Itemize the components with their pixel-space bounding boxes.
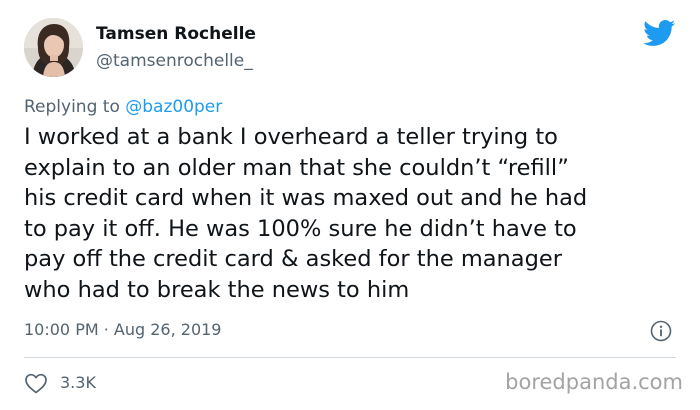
twitter-bird-icon[interactable] (643, 20, 676, 47)
author-name[interactable]: Tamsen Rochelle (96, 24, 256, 44)
divider (24, 357, 676, 358)
tweet-text-line: I worked at a bank I overheard a teller … (24, 124, 558, 150)
avatar[interactable] (24, 18, 83, 77)
info-icon[interactable] (650, 320, 672, 342)
reply-mention-link[interactable]: @baz00per (125, 97, 222, 117)
tweet-text-line: his credit card when it was maxed out an… (24, 185, 588, 212)
tweet-text-line: explain to an older man that she couldn’… (24, 154, 569, 181)
watermark: boredpanda.com (505, 370, 683, 394)
replying-to-prefix: Replying to (24, 97, 126, 117)
like-button[interactable]: 3.3K (24, 372, 96, 394)
replying-to: Replying to @baz00per (24, 97, 222, 117)
like-count: 3.3K (60, 373, 96, 392)
tweet-text-line: pay off the credit card & asked for the … (24, 246, 562, 273)
tweet-timestamp[interactable]: 10:00 PM · Aug 26, 2019 (24, 320, 221, 340)
tweet-text-line: to pay it off. He was 100% sure he didn’… (24, 215, 577, 242)
tweet-text-line: who had to break the news to him (24, 276, 410, 303)
author-handle[interactable]: @tamsenrochelle_ (96, 51, 253, 71)
tweet-text: I worked at a bank I overheard a teller … (24, 122, 674, 306)
heart-icon[interactable] (24, 372, 48, 394)
